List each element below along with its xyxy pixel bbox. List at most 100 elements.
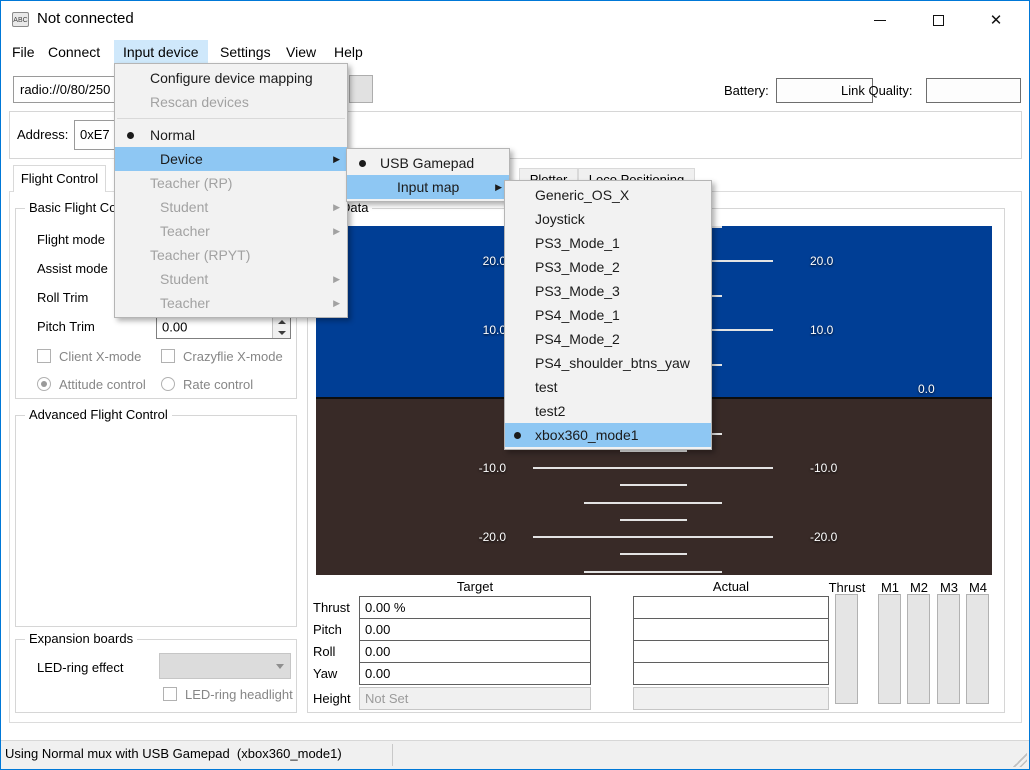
combobox-arrow-icon [276,664,284,669]
thrust-actual-field [633,596,829,619]
menu-item-label: PS4_Mode_2 [535,327,711,351]
m1-bar [878,594,901,704]
submenu-arrow-icon: ▶ [333,195,340,219]
status-text: Using Normal mux with USB Gamepad (xbox3… [5,746,342,761]
battery-label: Battery: [724,78,769,103]
menu-item-teacher-rp: Teacher (RP) [115,171,347,195]
menu-item-label: Teacher (RP) [150,171,347,195]
client-x-mode-label: Client X-mode [59,349,141,364]
roll-target-field[interactable]: 0.00 [359,640,591,663]
tab-flight-control[interactable]: Flight Control [13,165,106,192]
menu-item-label: Student [160,267,347,291]
menu-item-label: Teacher [160,291,347,315]
height-actual-field [633,687,829,710]
menu-item-ps3-mode-3[interactable]: PS3_Mode_3 [505,279,711,303]
pitch-ladder-line [620,553,687,555]
thrust-row-label: Thrust [313,596,350,619]
led-ring-headlight-checkbox [163,687,177,701]
menu-item-label: Configure device mapping [150,66,347,90]
menu-item-label: Generic_OS_X [535,183,711,207]
menu-item-ps4-shoulder-btns-yaw[interactable]: PS4_shoulder_btns_yaw [505,351,711,375]
menu-item-generic-os-x[interactable]: Generic_OS_X [505,183,711,207]
menu-item-label: Joystick [535,207,711,231]
pitch-ladder-line [620,450,687,452]
pitch-tick-label-left: -10.0 [446,460,506,476]
menu-item-label: PS3_Mode_3 [535,279,711,303]
menu-input-device-header[interactable]: Input device [114,40,208,64]
pitch-tick-label-left: -20.0 [446,529,506,545]
menu-item-student: Student▶ [115,267,347,291]
target-header: Target [359,579,591,594]
pitch-trim-spinbox[interactable]: 0.00 [156,315,291,339]
menu-item-input-map[interactable]: Input map▶ [347,175,509,199]
menu-item-label: PS4_Mode_1 [535,303,711,327]
menu-item-teacher-rpyt: Teacher (RPYT) [115,243,347,267]
spin-buttons[interactable] [272,316,290,338]
yaw-target-field[interactable]: 0.00 [359,662,591,685]
menu-item-student: Student▶ [115,195,347,219]
menu-item-label: Input map [397,175,509,199]
thrust-bar [835,594,858,704]
input-map-submenu: Generic_OS_XJoystickPS3_Mode_1PS3_Mode_2… [504,180,712,450]
menu-item-test[interactable]: test [505,375,711,399]
window-title: Not connected [37,10,134,27]
flight-mode-label: Flight mode [37,232,105,247]
yaw-actual-field [633,662,829,685]
app-icon: ABC [12,12,29,27]
thrust-bar-label: Thrust [824,580,870,595]
menu-item-normal[interactable]: Normal [115,123,347,147]
menu-connect[interactable]: Connect [39,40,109,64]
menu-view[interactable]: View [277,40,325,64]
menu-item-ps3-mode-2[interactable]: PS3_Mode_2 [505,255,711,279]
link-quality-progressbar [926,78,1021,103]
toolbar-button[interactable] [349,75,373,103]
menu-item-usb-gamepad[interactable]: USB Gamepad [347,151,509,175]
menu-item-configure-device-mapping[interactable]: Configure device mapping [115,66,347,90]
minimize-icon [874,20,886,21]
thrust-target-field[interactable]: 0.00 % [359,596,591,619]
menu-file[interactable]: File [3,40,44,64]
m3-bar [937,594,960,704]
menu-settings[interactable]: Settings [211,40,280,64]
menu-help[interactable]: Help [325,40,372,64]
pitch-tick-label-left: 20.0 [446,253,506,269]
menu-item-ps4-mode-1[interactable]: PS4_Mode_1 [505,303,711,327]
menu-item-device[interactable]: Device▶ [115,147,347,171]
submenu-arrow-icon: ▶ [333,219,340,243]
roll-row-label: Roll [313,640,335,663]
title-bar: ABC Not connected ✕ [1,1,1029,39]
menu-item-label: PS3_Mode_1 [535,231,711,255]
menu-item-label: Student [160,195,347,219]
resize-grip[interactable] [1013,753,1027,767]
pitch-trim-value: 0.00 [162,320,187,335]
status-separator [392,744,393,766]
menu-item-label: USB Gamepad [380,151,509,175]
led-ring-headlight-label: LED-ring headlight [185,687,293,702]
menu-item-label: test [535,375,711,399]
maximize-button[interactable] [909,1,967,39]
input-device-menu: Configure device mappingRescan devicesNo… [114,63,348,318]
submenu-arrow-icon: ▶ [333,267,340,291]
minimize-button[interactable] [851,1,909,39]
menu-item-xbox360-mode1[interactable]: xbox360_mode1 [505,423,711,447]
menu-item-test2[interactable]: test2 [505,399,711,423]
pitch-tick-label-right: -20.0 [810,529,870,545]
pitch-ladder-line [584,571,722,573]
status-bar: Using Normal mux with USB Gamepad (xbox3… [1,740,1029,769]
menu-item-label: Teacher [160,219,347,243]
roll-actual-field [633,640,829,663]
pitch-ladder-line [620,484,687,486]
close-button[interactable]: ✕ [967,1,1025,39]
height-row-label: Height [313,687,351,710]
menu-item-label: PS4_shoulder_btns_yaw [535,351,711,375]
menu-item-ps3-mode-1[interactable]: PS3_Mode_1 [505,231,711,255]
m4-bar [966,594,989,704]
close-icon: ✕ [990,13,1003,28]
pitch-target-field[interactable]: 0.00 [359,618,591,641]
menu-item-ps4-mode-2[interactable]: PS4_Mode_2 [505,327,711,351]
menu-item-joystick[interactable]: Joystick [505,207,711,231]
crazyflie-x-mode-label: Crazyflie X-mode [183,349,283,364]
rate-control-radio [161,377,175,391]
pitch-ladder-line [533,536,773,538]
menu-item-teacher: Teacher▶ [115,291,347,315]
